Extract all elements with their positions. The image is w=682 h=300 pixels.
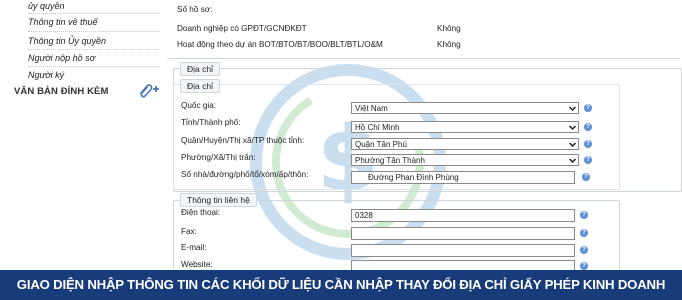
tab-address-outer: Địa chỉ — [180, 62, 220, 76]
sidebar-item-uy-quyen[interactable]: ủy quyền — [28, 1, 65, 11]
so-ho-so-label: Số hồ sơ: — [177, 5, 213, 14]
help-icon[interactable]: ? — [580, 246, 588, 254]
so-nha-label: Số nhà/đường/phố/tổ/xóm/ấp/thôn: — [181, 170, 309, 179]
bot-value: Không — [437, 40, 461, 49]
phone-input[interactable]: 0328 — [351, 209, 575, 222]
divider — [28, 13, 160, 14]
divider — [28, 49, 160, 50]
chevron-down-icon — [568, 125, 577, 131]
quoc-gia-label: Quốc gia: — [181, 101, 217, 110]
bot-label: Hoạt động theo dự án BOT/BTO/BT/BOO/BLT/… — [177, 40, 383, 49]
chevron-down-icon — [568, 158, 577, 164]
quan-value: Quận Tân Phú — [355, 140, 407, 149]
tab-address-inner: Địa chỉ — [180, 79, 220, 93]
tinh-select[interactable]: Hồ Chí Minh — [351, 121, 579, 133]
sidebar-item-thue[interactable]: Thông tin về thuế — [28, 17, 98, 27]
help-icon[interactable]: ? — [580, 229, 588, 237]
email-input[interactable] — [351, 244, 575, 257]
quan-select[interactable]: Quận Tân Phú — [351, 138, 579, 150]
website-label: Website: — [181, 260, 213, 269]
quoc-gia-value: Việt Nam — [355, 104, 388, 113]
chevron-down-icon — [568, 142, 577, 148]
dien-thoai-label: Điện thoại: — [181, 208, 221, 217]
phuong-label: Phường/Xã/Thị trấn: — [181, 153, 256, 162]
help-icon[interactable]: ? — [582, 173, 590, 181]
fax-input[interactable] — [351, 227, 575, 240]
fax-label: Fax: — [181, 227, 197, 236]
sidebar-item-nguoi-nop[interactable]: Người nộp hồ sơ — [28, 53, 95, 63]
gpdt-value: Không — [437, 24, 461, 33]
quan-label: Quận/Huyện/Thị xã/TP thuộc tỉnh: — [181, 136, 305, 145]
summary-box: Số hồ sơ: Doanh nghiệp có GPĐT/GCNĐKĐT K… — [167, 0, 680, 59]
help-icon[interactable]: ? — [584, 123, 592, 131]
phuong-select[interactable]: Phường Tân Thành — [351, 154, 579, 166]
help-icon[interactable]: ? — [584, 104, 592, 112]
sidebar-item-nguoi-ky[interactable]: Người ký — [28, 70, 64, 80]
email-label: E-mail: — [181, 243, 207, 252]
help-icon[interactable]: ? — [580, 262, 588, 270]
help-icon[interactable]: ? — [580, 211, 588, 219]
sidebar-item-thong-tin-uy-quyen[interactable]: Thông tin Ủy quyền — [28, 36, 106, 46]
quoc-gia-select[interactable]: Việt Nam — [351, 102, 579, 114]
street-input[interactable]: Đường Phan Đình Phùng — [351, 171, 575, 184]
help-icon[interactable]: ? — [584, 140, 592, 148]
divider — [28, 66, 160, 67]
paperclip-plus-icon[interactable] — [137, 82, 159, 98]
main-content: Số hồ sơ: Doanh nghiệp có GPĐT/GCNĐKĐT K… — [166, 0, 682, 273]
help-icon[interactable]: ? — [584, 156, 592, 164]
tinh-label: Tỉnh/Thành phố: — [181, 118, 241, 127]
gpdt-label: Doanh nghiệp có GPĐT/GCNĐKĐT — [177, 24, 307, 33]
tinh-value: Hồ Chí Minh — [355, 123, 400, 132]
sidebar: ủy quyền Thông tin về thuế Thông tin Ủy … — [0, 0, 166, 270]
tab-contact: Thông tin liên hệ — [180, 193, 257, 207]
phuong-value: Phường Tân Thành — [355, 156, 425, 165]
section-title-attachments: VĂN BẢN ĐÍNH KÈM — [14, 86, 109, 97]
chevron-down-icon — [568, 106, 577, 112]
caption-banner: GIAO DIỆN NHẬP THÔNG TIN CÁC KHỐI DỮ LIỆ… — [0, 270, 682, 300]
divider — [28, 31, 160, 32]
